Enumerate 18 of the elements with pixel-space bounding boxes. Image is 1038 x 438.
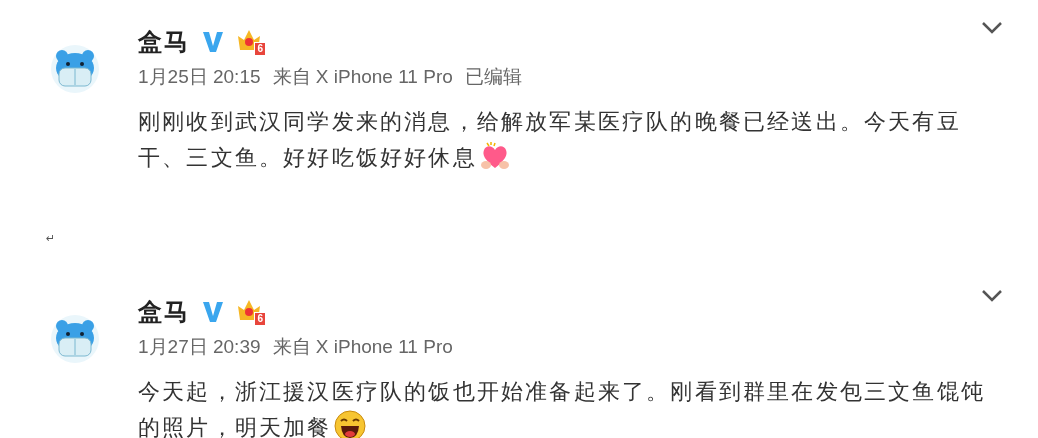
post-text-line: 今天起，浙江援汉医疗队的饭也开始准备起来了。刚看到群里在发包三文鱼馄饨 — [138, 379, 985, 404]
post-source: 来自 X iPhone 11 Pro — [272, 335, 453, 359]
author-name[interactable]: 盒马 — [138, 26, 190, 58]
edited-label: 已编辑 — [464, 65, 522, 89]
post-text-line: 的照片，明天加餐 — [138, 415, 332, 438]
avatar-icon[interactable] — [50, 314, 100, 364]
avatar-icon[interactable] — [50, 44, 100, 94]
post-time[interactable]: 1月27日 20:39 — [138, 334, 261, 360]
heart-hands-icon — [478, 140, 511, 172]
post-text-line: 干、三文鱼。好好吃饭好好休息 — [138, 145, 477, 170]
chevron-down-icon[interactable] — [980, 288, 1004, 304]
post-time[interactable]: 1月25日 20:15 — [138, 64, 261, 90]
chevron-down-icon[interactable] — [980, 20, 1004, 36]
paragraph-mark: ↵ — [46, 231, 56, 245]
post-source: 来自 X iPhone 11 Pro — [272, 65, 453, 89]
author-name[interactable]: 盒马 — [138, 296, 190, 328]
post-text-line: 刚刚收到武汉同学发来的消息，给解放军某医疗队的晚餐已经送出。今天有豆 — [138, 109, 961, 134]
laughing-face-icon — [333, 410, 366, 438]
